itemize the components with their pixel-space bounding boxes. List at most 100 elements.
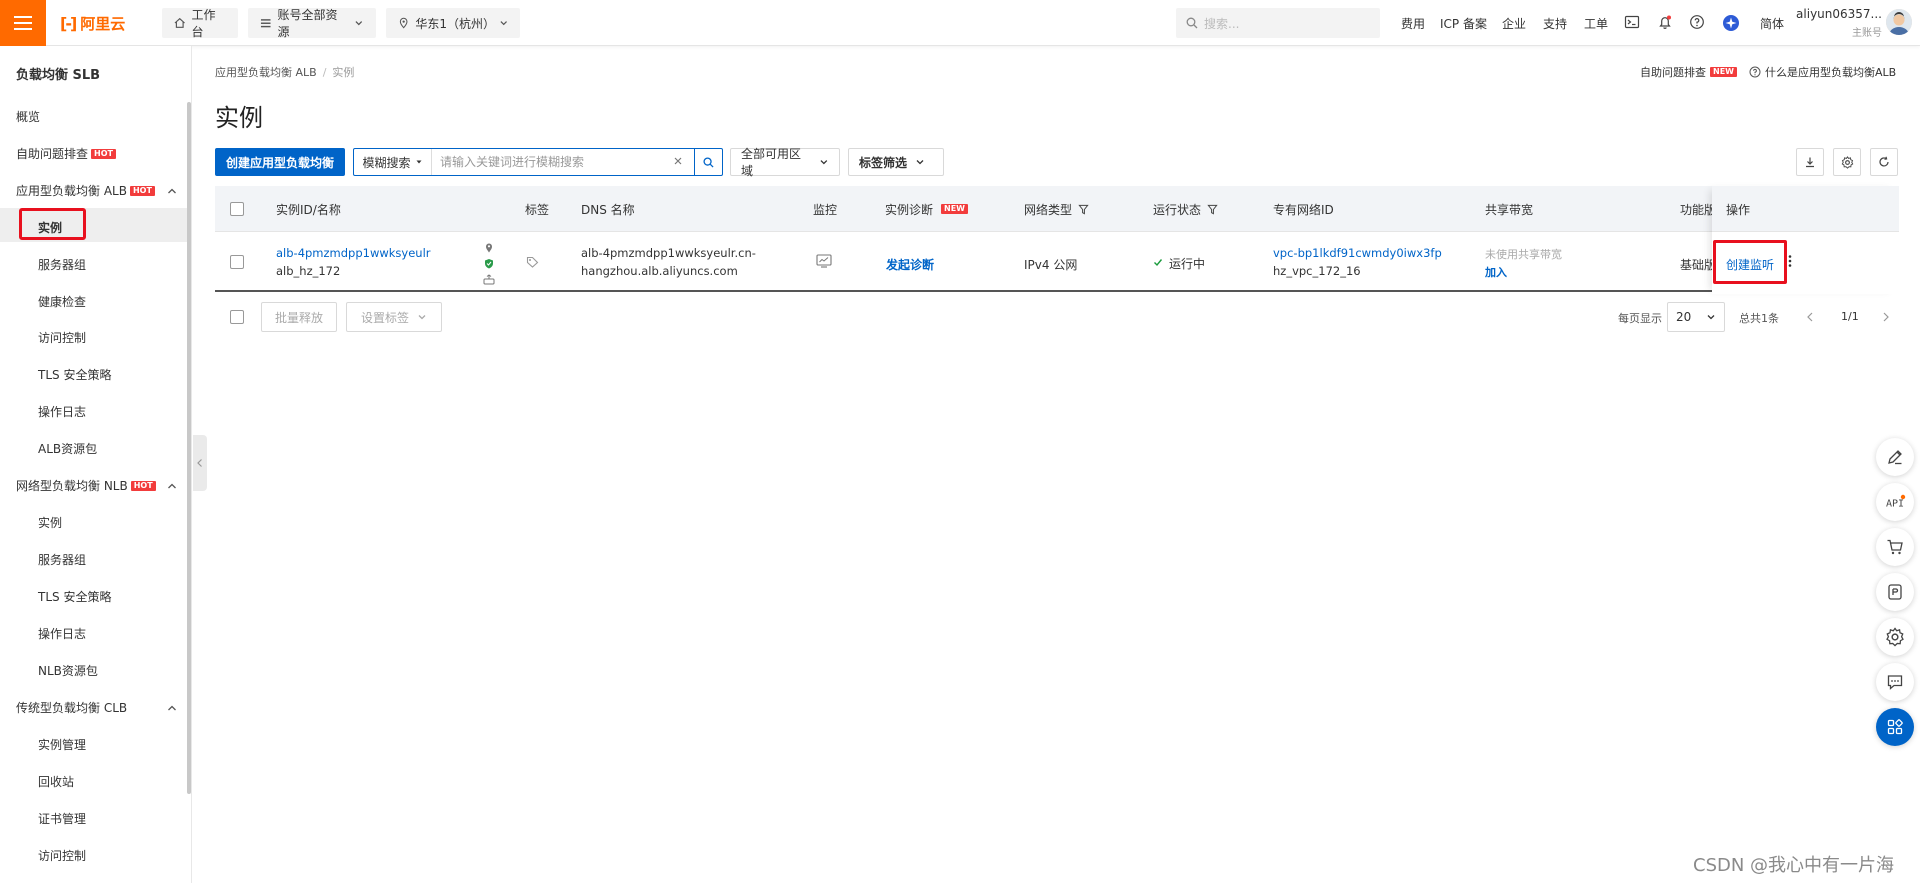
total-count: 总共1条 xyxy=(1739,312,1779,325)
set-tags-button[interactable]: 设置标签 xyxy=(346,302,442,332)
avatar[interactable] xyxy=(1886,9,1912,35)
global-search-input[interactable]: 搜索... xyxy=(1176,8,1380,38)
nav-link-icp[interactable]: ICP 备案 xyxy=(1440,15,1487,32)
col-status-label: 运行状态 xyxy=(1153,202,1202,217)
refresh-button[interactable] xyxy=(1870,148,1898,176)
chat-icon xyxy=(1887,675,1903,690)
location-icon[interactable] xyxy=(484,242,494,253)
nav-link-ticket[interactable]: 工单 xyxy=(1584,15,1608,32)
sidebar-collapse-toggle[interactable] xyxy=(193,435,207,491)
sidebar-item-alb-operation-log[interactable]: 操作日志 xyxy=(38,403,86,420)
sidebar-item-nlb-resource-pack[interactable]: NLB资源包 xyxy=(38,662,98,679)
breadcrumb-parent[interactable]: 应用型负载均衡 ALB xyxy=(215,66,317,79)
footer-select-all-checkbox[interactable] xyxy=(230,310,244,324)
col-tags: 标签 xyxy=(525,202,550,217)
sidebar-item-alb-server-group[interactable]: 服务器组 xyxy=(38,256,86,273)
sidebar-item-overview[interactable]: 概览 xyxy=(16,108,186,125)
account-scope-label: 账号全部资源 xyxy=(277,8,338,39)
sidebar-item-alb-access-control[interactable]: 访问控制 xyxy=(38,329,86,346)
sidebar-item-troubleshoot[interactable]: 自助问题排查 HOT xyxy=(16,145,186,162)
help-icon[interactable] xyxy=(1689,14,1705,30)
edit-button[interactable] xyxy=(1876,438,1914,476)
nav-link-support[interactable]: 支持 xyxy=(1543,15,1567,32)
sidebar-group-nlb[interactable]: 网络型负载均衡 NLB HOT xyxy=(16,477,186,494)
sidebar-scrollbar[interactable] xyxy=(187,102,191,794)
settings-button[interactable] xyxy=(1833,148,1861,176)
sidebar-item-clb-instance-mgmt[interactable]: 实例管理 xyxy=(38,736,86,753)
sidebar-item-nlb-tls-policy[interactable]: TLS 安全策略 xyxy=(38,588,111,605)
sidebar-item-clb-access-control[interactable]: 访问控制 xyxy=(38,847,86,864)
vpc-id-link[interactable]: vpc-bp1lkdf91cwmdy0iwx3fp xyxy=(1273,246,1442,260)
search-mode-dropdown[interactable]: 模糊搜索 xyxy=(354,149,432,175)
sidebar-item-nlb-instance[interactable]: 实例 xyxy=(38,514,62,531)
settings-float-button[interactable] xyxy=(1876,618,1914,656)
account-info[interactable]: aliyun06357... 主账号 xyxy=(1796,7,1882,39)
search-mode-label: 模糊搜索 xyxy=(362,155,411,170)
dns-name-line1: alb-4pmzmdpp1wwksyeulr.cn- xyxy=(581,246,756,260)
cart-button[interactable] xyxy=(1876,528,1914,566)
sidebar-item-clb-recycle-bin[interactable]: 回收站 xyxy=(38,773,74,790)
tag-icon[interactable] xyxy=(526,256,539,268)
sidebar: 负载均衡 SLB 概览 自助问题排查 HOT 应用型负载均衡 ALB HOT 实例 … xyxy=(0,46,192,883)
prev-page-icon[interactable] xyxy=(1805,311,1815,323)
check-icon xyxy=(1154,259,1163,267)
region-dropdown[interactable]: 华东1（杭州） xyxy=(386,8,520,38)
create-alb-button[interactable]: 创建应用型负载均衡 xyxy=(215,148,345,176)
start-diagnosis-link[interactable]: 发起诊断 xyxy=(886,256,934,273)
account-scope-dropdown[interactable]: 账号全部资源 xyxy=(248,8,376,39)
menu-icon[interactable] xyxy=(0,0,46,46)
row-checkbox[interactable] xyxy=(230,255,244,269)
download-button[interactable] xyxy=(1796,148,1824,176)
chevron-down-icon xyxy=(916,160,924,165)
hot-badge: HOT xyxy=(129,185,155,196)
document-button[interactable] xyxy=(1876,573,1914,611)
nav-link-enterprise[interactable]: 企业 xyxy=(1502,15,1526,32)
sidebar-item-alb-tls-policy[interactable]: TLS 安全策略 xyxy=(38,366,111,383)
col-actions: 操作 xyxy=(1726,202,1751,217)
aliyun-logo[interactable]: [-] 阿里云 xyxy=(60,12,125,34)
monitor-chart-icon[interactable] xyxy=(816,254,832,268)
instance-search-input[interactable] xyxy=(432,150,662,174)
shield-icon[interactable] xyxy=(484,258,494,269)
sidebar-item-label: 自助问题排查 xyxy=(16,147,89,161)
bell-icon[interactable] xyxy=(1657,14,1673,30)
col-bandwidth: 共享带宽 xyxy=(1485,202,1534,217)
workbench-button[interactable]: 工作台 xyxy=(162,8,238,39)
download-icon xyxy=(1806,157,1814,168)
feedback-button[interactable] xyxy=(1876,663,1914,701)
sidebar-item-nlb-operation-log[interactable]: 操作日志 xyxy=(38,625,86,642)
per-page-select[interactable]: 20 xyxy=(1667,302,1725,332)
next-page-icon[interactable] xyxy=(1881,311,1891,323)
refresh-icon xyxy=(1879,156,1889,167)
tag-filter-dropdown[interactable]: 标签筛选 xyxy=(848,148,944,176)
chevron-down-icon xyxy=(355,21,363,26)
apps-button[interactable] xyxy=(1876,708,1914,746)
api-button[interactable]: API xyxy=(1876,483,1914,521)
more-actions-icon[interactable] xyxy=(1787,254,1793,268)
sidebar-item-alb-health-check[interactable]: 健康检查 xyxy=(38,293,86,310)
nav-link-billing[interactable]: 费用 xyxy=(1401,15,1425,32)
what-is-alb-link[interactable]: 什么是应用型负载均衡ALB xyxy=(1749,64,1896,80)
filter-icon[interactable] xyxy=(1078,204,1089,215)
select-all-checkbox[interactable] xyxy=(230,186,244,232)
network-icon[interactable] xyxy=(483,274,495,285)
instance-id-link[interactable]: alb-4pmzmdpp1wwksyeulr xyxy=(276,246,431,260)
batch-release-button[interactable]: 批量释放 xyxy=(261,302,337,332)
sidebar-item-clb-cert-mgmt[interactable]: 证书管理 xyxy=(38,810,86,827)
join-bandwidth-link[interactable]: 加入 xyxy=(1485,264,1507,280)
hot-badge: HOT xyxy=(130,480,156,491)
search-submit-button[interactable] xyxy=(694,149,722,175)
sidebar-group-clb[interactable]: 传统型负载均衡 CLB xyxy=(16,699,186,716)
clear-icon[interactable] xyxy=(672,155,684,167)
chevron-down-icon xyxy=(820,160,828,165)
sidebar-item-nlb-server-group[interactable]: 服务器组 xyxy=(38,551,86,568)
troubleshoot-link[interactable]: 自助问题排查 xyxy=(1640,64,1706,80)
terminal-icon[interactable] xyxy=(1624,14,1640,30)
header-links: 自助问题排查 NEW 什么是应用型负载均衡ALB xyxy=(1640,64,1900,80)
zone-filter-dropdown[interactable]: 全部可用区域 xyxy=(730,147,840,178)
sidebar-group-alb[interactable]: 应用型负载均衡 ALB HOT xyxy=(16,182,186,199)
ai-assistant-icon[interactable] xyxy=(1722,14,1740,32)
language-switch[interactable]: 简体 xyxy=(1760,15,1784,32)
sidebar-item-alb-resource-pack[interactable]: ALB资源包 xyxy=(38,440,97,457)
filter-icon[interactable] xyxy=(1207,204,1218,215)
